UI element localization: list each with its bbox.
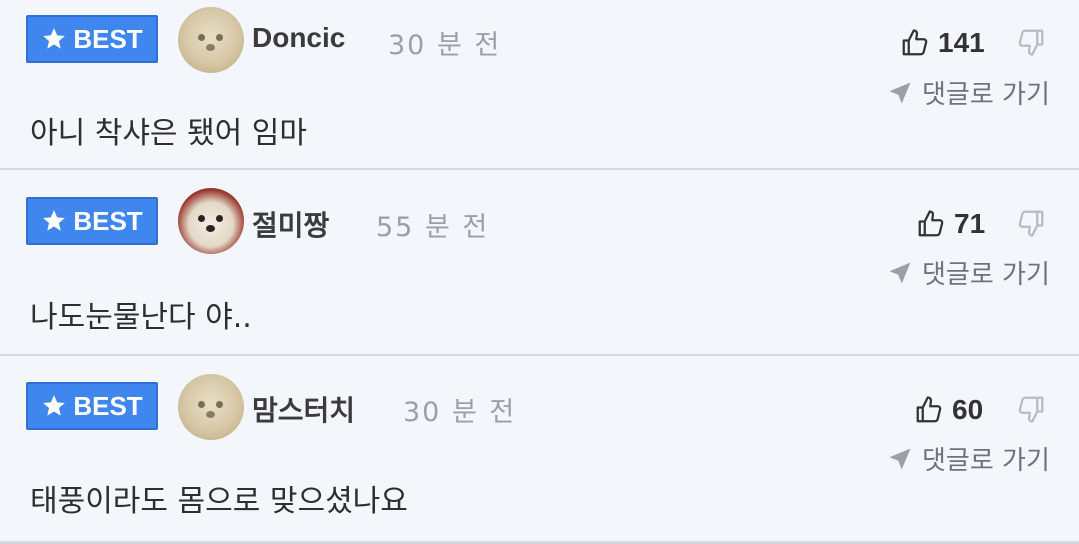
username[interactable]: 절미짱	[252, 204, 329, 244]
timestamp: 30 분 전	[403, 397, 517, 428]
go-to-reply-link[interactable]: 댓글로 가기	[886, 440, 1050, 477]
dislike-button[interactable]	[1016, 394, 1046, 424]
thumbs-up-icon	[902, 29, 928, 56]
best-badge-label: BEST	[73, 205, 143, 236]
dislike-button[interactable]	[1016, 27, 1046, 57]
avatar[interactable]	[178, 188, 244, 254]
go-to-reply-label: 댓글로 가기	[922, 446, 1050, 476]
avatar[interactable]	[178, 7, 244, 73]
best-badge: BEST	[26, 15, 158, 63]
star-icon	[43, 395, 66, 416]
dislike-button[interactable]	[1016, 208, 1046, 238]
star-icon	[43, 28, 66, 49]
comment-item: BEST 맘스터치 30 분 전 60 댓글로 가기 태풍이라도 몸으로 맞으셨…	[0, 356, 1079, 541]
comment-text: 태풍이라도 몸으로 맞으셨나요	[30, 484, 408, 519]
like-count: 60	[952, 394, 984, 425]
go-to-reply-label: 댓글로 가기	[922, 80, 1050, 110]
avatar[interactable]	[178, 374, 244, 440]
comment-item: BEST 절미짱 55 분 전 71 댓글로 가기 나도눈물난다 야..	[0, 170, 1079, 354]
username[interactable]: 맘스터치	[252, 389, 355, 429]
best-badge: BEST	[26, 382, 158, 430]
comment-text: 아니 착샤은 됐어 임마	[30, 116, 308, 151]
go-to-reply-label: 댓글로 가기	[922, 260, 1050, 290]
navigation-arrow-icon	[889, 448, 911, 469]
like-count: 71	[954, 208, 986, 239]
like-button[interactable]: 60	[914, 394, 983, 426]
thumbs-down-icon	[1018, 210, 1044, 237]
best-badge: BEST	[26, 197, 158, 245]
best-badge-label: BEST	[73, 390, 143, 421]
comment-item: BEST Doncic 30 분 전 141 댓글로 가기 아니 착샤은 됐어 …	[0, 0, 1079, 168]
username[interactable]: Doncic	[252, 22, 345, 54]
like-button[interactable]: 71	[916, 208, 985, 240]
thumbs-down-icon	[1018, 29, 1044, 56]
star-icon	[43, 210, 66, 231]
like-count: 141	[938, 27, 985, 58]
thumbs-up-icon	[916, 396, 942, 423]
timestamp: 55 분 전	[376, 212, 490, 243]
navigation-arrow-icon	[889, 82, 911, 103]
navigation-arrow-icon	[889, 262, 911, 283]
thumbs-down-icon	[1018, 396, 1044, 423]
comment-text: 나도눈물난다 야..	[30, 300, 252, 335]
go-to-reply-link[interactable]: 댓글로 가기	[886, 74, 1050, 111]
thumbs-up-icon	[918, 210, 944, 237]
best-badge-label: BEST	[73, 23, 143, 54]
like-button[interactable]: 141	[900, 27, 985, 59]
go-to-reply-link[interactable]: 댓글로 가기	[886, 254, 1050, 291]
timestamp: 30 분 전	[388, 30, 502, 61]
